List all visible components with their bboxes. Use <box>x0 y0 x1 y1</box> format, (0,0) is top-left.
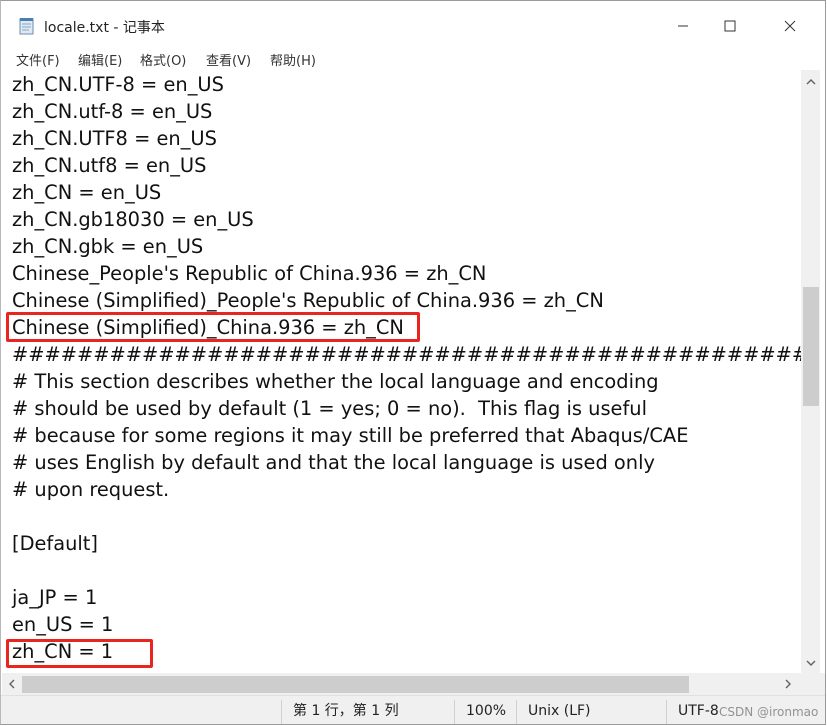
horizontal-scrollbar[interactable] <box>2 673 801 695</box>
close-button[interactable] <box>767 11 813 41</box>
text-line: zh_CN.utf8 = en_US <box>12 154 207 177</box>
text-line: Chinese (Simplified)_People's Republic o… <box>12 289 604 312</box>
scroll-right-arrow-icon[interactable] <box>784 679 792 689</box>
status-separator <box>454 700 455 724</box>
status-separator <box>516 700 517 724</box>
watermark: CSDN @ironmao <box>719 705 819 719</box>
text-line: # uses English by default and that the l… <box>12 451 655 474</box>
text-line: zh_CN.gb18030 = en_US <box>12 208 254 231</box>
status-separator <box>281 700 282 724</box>
text-line: [Default] <box>12 532 98 555</box>
scrollbar-corner <box>801 673 825 695</box>
text-editor[interactable]: zh_CN.UTF-8 = en_US zh_CN.utf-8 = en_USzh… <box>2 71 802 673</box>
window-title: locale.txt - 记事本 <box>44 20 165 36</box>
minimize-button[interactable] <box>660 11 706 41</box>
notepad-window: locale.txt - 记事本 文件(F) 编辑(E) 格式(O) 查看(V)… <box>0 0 826 725</box>
vertical-scrollbar[interactable] <box>801 70 820 673</box>
highlight-box-china-936 <box>6 312 420 342</box>
vertical-scroll-thumb[interactable] <box>803 287 819 406</box>
text-line: zh_CN = en_US <box>12 181 162 204</box>
text-line: Chinese_People's Republic of China.936 =… <box>12 262 487 285</box>
text-line: en_US = 1 <box>12 613 114 636</box>
text-line: zh_CN.UTF8 = en_US <box>12 127 217 150</box>
text-line: # This section describes whether the loc… <box>12 370 659 393</box>
text-line: ########################################… <box>12 343 802 366</box>
menu-help[interactable]: 帮助(H) <box>270 50 316 69</box>
maximize-icon <box>724 20 736 32</box>
menu-format[interactable]: 格式(O) <box>140 50 186 69</box>
scroll-down-arrow-icon[interactable] <box>806 659 816 667</box>
menu-bar: 文件(F) 编辑(E) 格式(O) 查看(V) 帮助(H) <box>1 45 825 70</box>
status-bar: 第 1 行，第 1 列 100% Unix (LF) UTF-8 <box>1 695 825 724</box>
minimize-icon <box>678 25 688 27</box>
scroll-left-arrow-icon[interactable] <box>8 679 16 689</box>
horizontal-scroll-thumb[interactable] <box>22 676 689 693</box>
text-line: ja_JP = 1 <box>12 586 98 609</box>
text-line: # upon request. <box>12 478 170 501</box>
scroll-up-arrow-icon[interactable] <box>806 78 816 86</box>
status-zoom: 100% <box>466 703 507 719</box>
status-encoding: UTF-8 <box>678 703 719 719</box>
text-line: zh_CN.utf-8 = en_US <box>12 100 213 123</box>
status-line-ending: Unix (LF) <box>528 703 591 719</box>
text-line: zh_CN.gbk = en_US <box>12 235 204 258</box>
menu-file[interactable]: 文件(F) <box>16 50 60 69</box>
title-bar[interactable]: locale.txt - 记事本 <box>1 1 825 44</box>
menu-edit[interactable]: 编辑(E) <box>78 50 122 69</box>
status-cursor-position: 第 1 行，第 1 列 <box>293 703 399 719</box>
text-line: # should be used by default (1 = yes; 0 … <box>12 397 647 420</box>
status-separator <box>666 700 667 724</box>
text-line: zh_CN.UTF-8 = en_US <box>12 73 224 96</box>
text-line: # because for some regions it may still … <box>12 424 689 447</box>
close-icon <box>784 20 796 32</box>
notepad-app-icon <box>19 18 34 35</box>
maximize-button[interactable] <box>707 11 753 41</box>
menu-view[interactable]: 查看(V) <box>206 50 251 69</box>
highlight-box-zh-cn-default <box>6 639 153 668</box>
